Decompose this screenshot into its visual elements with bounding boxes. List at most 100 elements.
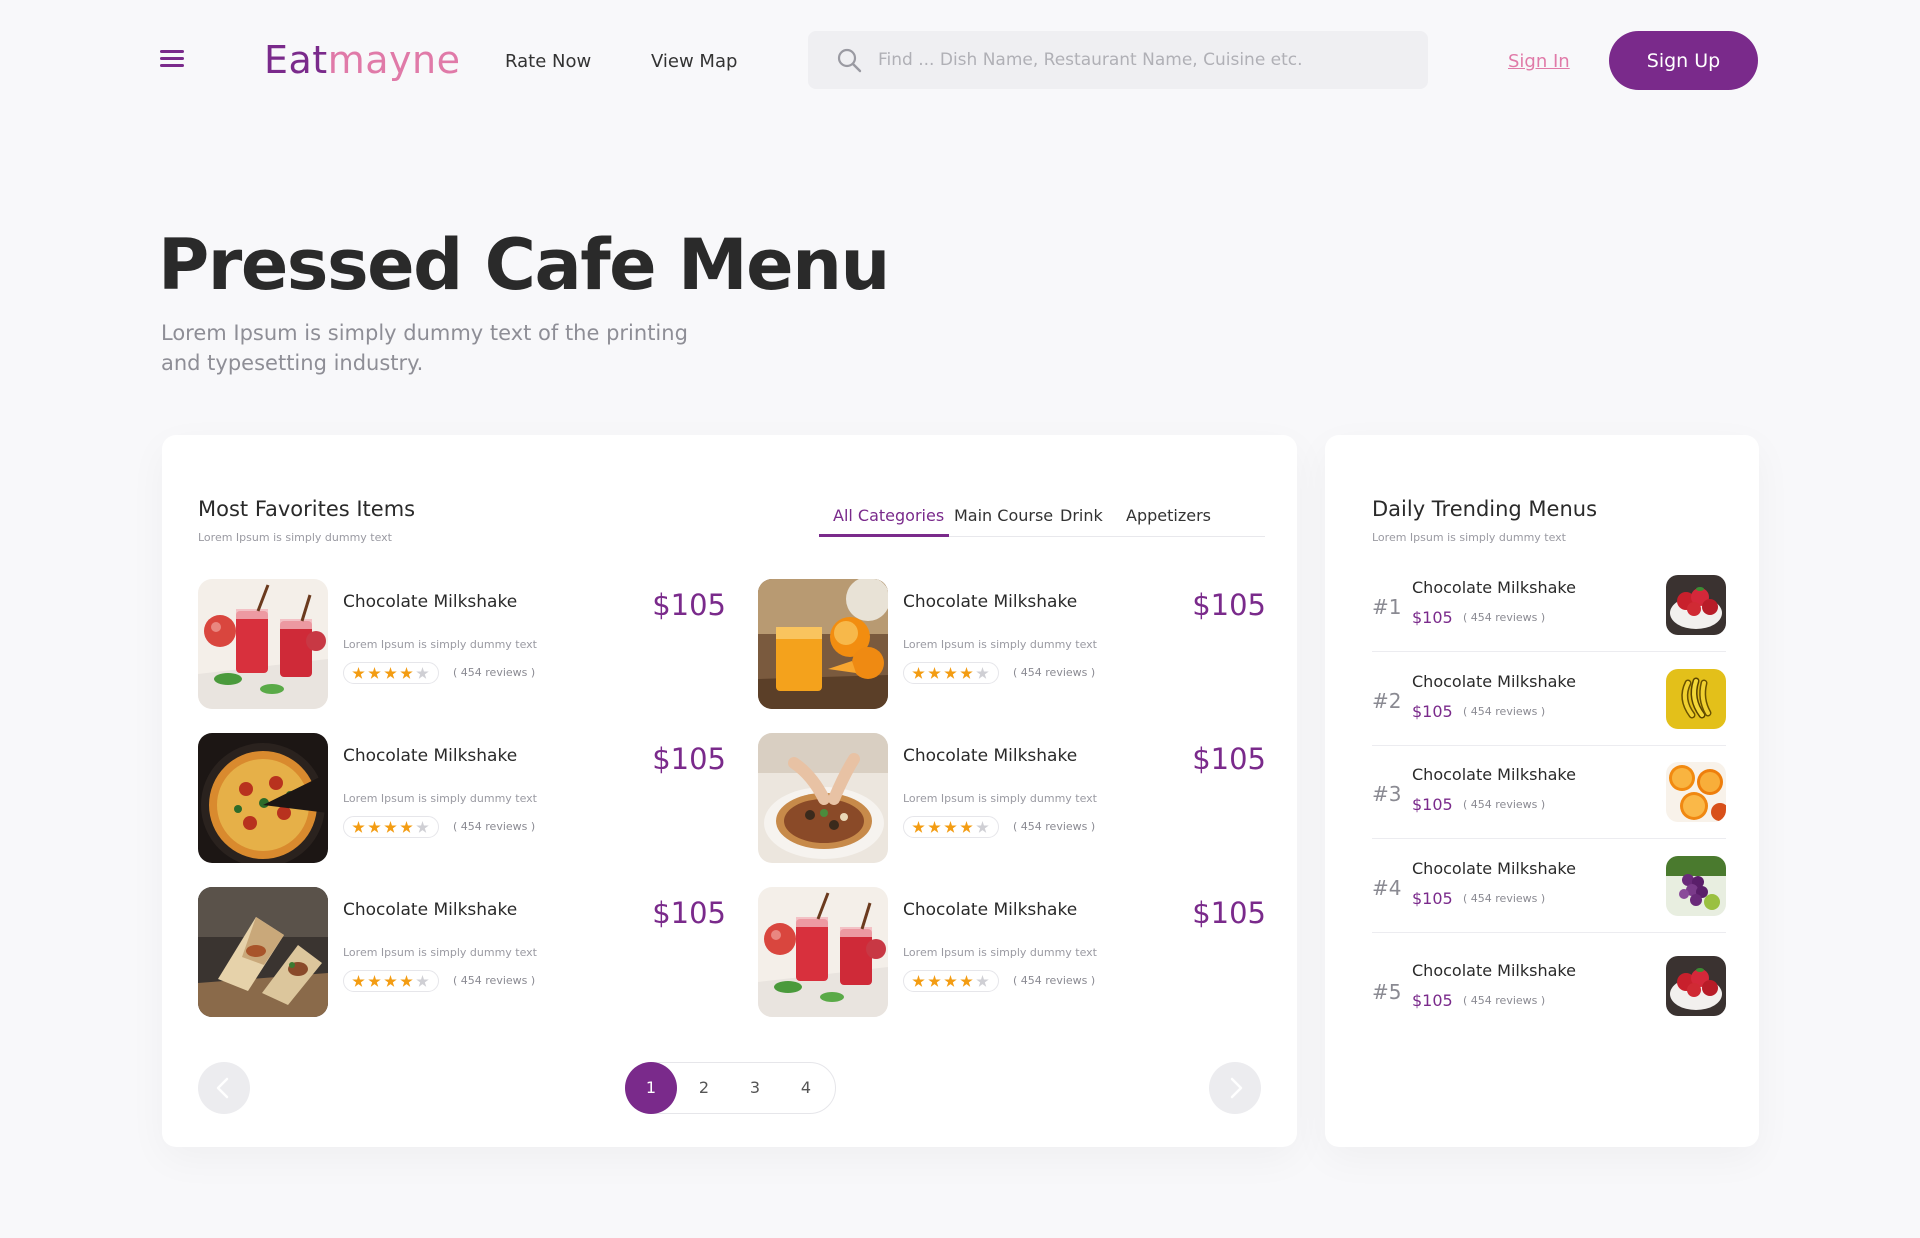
trending-rank: #4	[1372, 876, 1402, 900]
star-icon	[960, 821, 973, 833]
star-rating	[903, 970, 999, 992]
review-count: ( 454 reviews )	[1013, 666, 1096, 679]
menu-item-card[interactable]: Chocolate Milkshake Lorem Ipsum is simpl…	[758, 887, 1266, 1017]
trending-title: Daily Trending Menus	[1372, 497, 1598, 521]
trending-item-price: $105	[1412, 889, 1453, 908]
tab-all-categories[interactable]: All Categories	[833, 505, 944, 527]
star-empty-icon	[416, 667, 429, 679]
page-4-button[interactable]: 4	[780, 1063, 832, 1113]
star-empty-icon	[416, 821, 429, 833]
chevron-left-icon	[216, 1077, 229, 1099]
item-price: $105	[1192, 588, 1266, 622]
trending-review-count: ( 454 reviews )	[1463, 994, 1546, 1007]
star-rating	[903, 662, 999, 684]
nav-view-map-link[interactable]: View Map	[651, 50, 737, 74]
most-favorites-card: Most Favorites Items Lorem Ipsum is simp…	[162, 435, 1297, 1147]
star-empty-icon	[976, 821, 989, 833]
item-image	[198, 887, 328, 1017]
item-price: $105	[652, 742, 726, 776]
star-empty-icon	[976, 667, 989, 679]
trending-review-count: ( 454 reviews )	[1463, 798, 1546, 811]
trending-item-price: $105	[1412, 608, 1453, 627]
daily-trending-card: Daily Trending Menus Lorem Ipsum is simp…	[1325, 435, 1759, 1147]
star-rating	[903, 816, 999, 838]
item-description: Lorem Ipsum is simply dummy text	[903, 792, 1097, 805]
logo-text-mayne: mayne	[327, 38, 461, 82]
star-icon	[960, 667, 973, 679]
trending-review-count: ( 454 reviews )	[1463, 892, 1546, 905]
active-tab-indicator	[819, 534, 949, 537]
divider	[1372, 745, 1726, 746]
item-description: Lorem Ipsum is simply dummy text	[343, 946, 537, 959]
item-price: $105	[652, 896, 726, 930]
menu-item-card[interactable]: Chocolate Milkshake Lorem Ipsum is simpl…	[198, 887, 726, 1017]
star-rating	[343, 816, 439, 838]
star-icon	[400, 667, 413, 679]
search-input[interactable]	[878, 31, 1408, 89]
star-icon	[400, 975, 413, 987]
star-icon	[912, 821, 925, 833]
divider	[1372, 838, 1726, 839]
page-1-button[interactable]: 1	[625, 1062, 677, 1114]
menu-item-card[interactable]: Chocolate Milkshake Lorem Ipsum is simpl…	[758, 579, 1266, 709]
sign-in-link[interactable]: Sign In	[1508, 50, 1570, 74]
trending-subtitle: Lorem Ipsum is simply dummy text	[1372, 531, 1566, 544]
item-image	[758, 887, 888, 1017]
star-icon	[384, 975, 397, 987]
nav-rate-now-link[interactable]: Rate Now	[505, 50, 591, 74]
trending-review-count: ( 454 reviews )	[1463, 705, 1546, 718]
favorites-subtitle: Lorem Ipsum is simply dummy text	[198, 531, 392, 544]
item-description: Lorem Ipsum is simply dummy text	[903, 946, 1097, 959]
item-name: Chocolate Milkshake	[903, 900, 1078, 920]
trending-review-count: ( 454 reviews )	[1463, 611, 1546, 624]
star-icon	[400, 821, 413, 833]
favorites-title: Most Favorites Items	[198, 497, 416, 521]
page-3-button[interactable]: 3	[729, 1063, 781, 1113]
page-subtitle: Lorem Ipsum is simply dummy text of the …	[161, 321, 688, 375]
star-icon	[384, 821, 397, 833]
tab-drink[interactable]: Drink	[1060, 505, 1103, 527]
page-2-button[interactable]: 2	[678, 1063, 730, 1113]
item-price: $105	[1192, 742, 1266, 776]
star-icon	[352, 667, 365, 679]
hamburger-menu-icon[interactable]	[160, 50, 184, 70]
review-count: ( 454 reviews )	[1013, 820, 1096, 833]
item-price: $105	[1192, 896, 1266, 930]
star-icon	[928, 975, 941, 987]
menu-item-card[interactable]: Chocolate Milkshake Lorem Ipsum is simpl…	[758, 733, 1266, 863]
tab-appetizers[interactable]: Appetizers	[1126, 505, 1211, 527]
sign-up-button[interactable]: Sign Up	[1609, 31, 1758, 90]
divider	[1372, 932, 1726, 933]
search-icon[interactable]	[836, 47, 862, 73]
item-image	[758, 579, 888, 709]
menu-item-card[interactable]: Chocolate Milkshake Lorem Ipsum is simpl…	[198, 579, 726, 709]
item-description: Lorem Ipsum is simply dummy text	[343, 638, 537, 651]
star-icon	[352, 975, 365, 987]
trending-item-price: $105	[1412, 991, 1453, 1010]
category-tabs: All Categories Main Course Drink Appetiz…	[819, 497, 1265, 537]
star-icon	[352, 821, 365, 833]
trending-item-name: Chocolate Milkshake	[1412, 672, 1576, 691]
menu-item-card[interactable]: Chocolate Milkshake Lorem Ipsum is simpl…	[198, 733, 726, 863]
prev-page-button[interactable]	[198, 1062, 250, 1114]
star-icon	[944, 975, 957, 987]
divider	[1372, 651, 1726, 652]
star-icon	[944, 667, 957, 679]
item-price: $105	[652, 588, 726, 622]
trending-item-name: Chocolate Milkshake	[1412, 578, 1576, 597]
item-description: Lorem Ipsum is simply dummy text	[903, 638, 1097, 651]
star-icon	[384, 667, 397, 679]
item-image	[198, 579, 328, 709]
item-description: Lorem Ipsum is simply dummy text	[343, 792, 537, 805]
star-icon	[928, 667, 941, 679]
next-page-button[interactable]	[1209, 1062, 1261, 1114]
tab-main-course[interactable]: Main Course	[954, 505, 1053, 527]
trending-item-name: Chocolate Milkshake	[1412, 859, 1576, 878]
star-icon	[944, 821, 957, 833]
star-empty-icon	[416, 975, 429, 987]
trending-item-name: Chocolate Milkshake	[1412, 765, 1576, 784]
chevron-right-icon	[1230, 1077, 1243, 1099]
trending-item-image	[1666, 956, 1726, 1016]
item-name: Chocolate Milkshake	[343, 592, 518, 612]
logo[interactable]: Eatmayne	[264, 36, 460, 84]
